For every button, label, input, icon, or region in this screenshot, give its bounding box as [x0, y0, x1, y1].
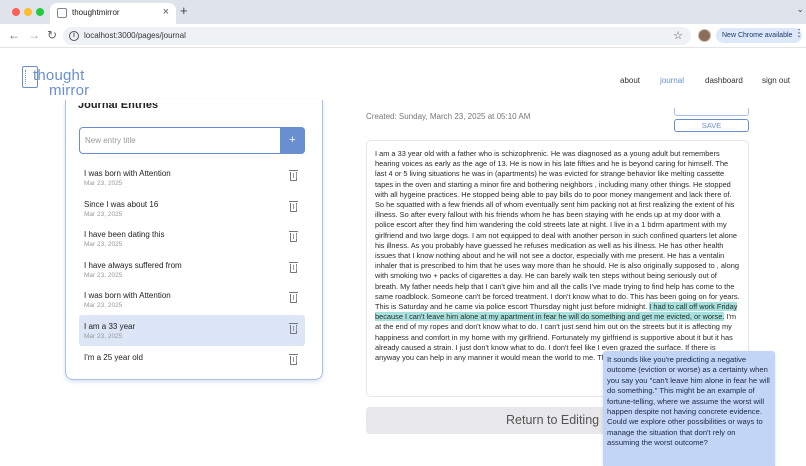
browser-toolbar: ← → ↻ i localhost:3000/pages/journal ☆: [0, 24, 806, 48]
entry-list: I was born with Attention Mar 23, 2025 S…: [79, 162, 305, 376]
list-item[interactable]: I'm a 25 year old: [79, 346, 305, 377]
scrolled-button-edge: [674, 108, 749, 116]
update-chrome-chip[interactable]: New Chrome available: [716, 28, 802, 43]
browser-tab[interactable]: thoughtmirror ×: [50, 3, 176, 24]
entry-date: Mar 23, 2025: [84, 271, 123, 279]
entry-title: I was born with Attention: [84, 169, 171, 178]
url-text[interactable]: localhost:3000/pages/journal: [84, 31, 186, 40]
trash-icon[interactable]: [289, 261, 298, 273]
tab-title: thoughtmirror: [72, 8, 120, 17]
trash-icon[interactable]: [289, 353, 298, 365]
list-item[interactable]: Since I was about 16 Mar 23, 2025: [79, 193, 305, 224]
entry-title: I have been dating this: [84, 230, 165, 240]
list-item-selected[interactable]: I am a 33 year Mar 23, 2025: [79, 314, 305, 346]
reload-button[interactable]: ↻: [47, 28, 57, 42]
profile-avatar[interactable]: [698, 29, 711, 42]
forward-button[interactable]: →: [28, 28, 40, 42]
feedback-tooltip: It sounds like you're predicting a negat…: [603, 351, 775, 466]
app-logo[interactable]: thought mirror: [22, 66, 94, 99]
nav-link-journal[interactable]: journal: [660, 76, 684, 85]
return-to-editing-button[interactable]: Return to Editing: [366, 407, 616, 434]
journal-entries-panel: Journal Entries + I was born with Attent…: [65, 100, 323, 380]
bookmark-star-icon[interactable]: ☆: [673, 29, 683, 42]
panel-heading: Journal Entries: [78, 103, 159, 111]
save-button[interactable]: SAVE: [674, 119, 749, 132]
list-item[interactable]: I have always suffered from Mar 23, 2025: [79, 254, 305, 285]
created-timestamp: Created: Sunday, March 23, 2025 at 05:10…: [366, 112, 531, 121]
trash-icon[interactable]: [289, 292, 298, 304]
favicon-icon: [57, 8, 67, 18]
maximize-window-button[interactable]: [36, 8, 44, 16]
entry-date: Mar 23, 2025: [84, 302, 123, 310]
entry-text-before: I am a 33 year old with a father who is …: [375, 149, 740, 312]
minimize-window-button[interactable]: [24, 8, 32, 16]
new-entry-form: +: [79, 126, 305, 154]
close-window-button[interactable]: [12, 8, 20, 16]
nav-link-about[interactable]: about: [620, 76, 640, 85]
tab-close-icon[interactable]: ×: [163, 6, 169, 18]
trash-icon[interactable]: [289, 170, 298, 181]
logo-text-mirror: mirror: [49, 82, 90, 99]
list-item[interactable]: I was born with Attention Mar 23, 2025: [79, 162, 305, 193]
entry-title: I have always suffered from: [84, 260, 182, 270]
trash-icon[interactable]: [289, 231, 298, 243]
entry-title: I'm a 25 year old: [84, 352, 143, 362]
nav-link-sign-out[interactable]: sign out: [762, 76, 790, 85]
entry-date: Mar 23, 2025: [84, 241, 123, 249]
list-item[interactable]: I was born with Attention Mar 23, 2025: [79, 284, 305, 315]
new-tab-button[interactable]: +: [180, 3, 188, 18]
entry-date: Mar 23, 2025: [84, 332, 123, 340]
entry-date: Mar 23, 2025: [84, 180, 123, 187]
browser-menu-icon[interactable]: ⋮: [794, 28, 804, 39]
return-to-editing-label: Return to Editing: [506, 413, 600, 427]
site-info-icon[interactable]: i: [69, 31, 79, 41]
tab-search-icon[interactable]: ⌄: [796, 4, 804, 15]
entry-title: I am a 33 year: [84, 321, 136, 331]
entry-title: I was born with Attention: [84, 291, 171, 301]
trash-icon[interactable]: [289, 200, 298, 212]
list-item[interactable]: I have been dating this Mar 23, 2025: [79, 223, 305, 254]
trash-icon[interactable]: [289, 322, 298, 334]
journal-entry-text[interactable]: I am a 33 year old with a father who is …: [375, 149, 741, 363]
entry-date: Mar 23, 2025: [84, 210, 123, 218]
add-entry-button[interactable]: +: [280, 126, 305, 154]
back-button[interactable]: ←: [8, 28, 20, 42]
address-bar[interactable]: i localhost:3000/pages/journal ☆: [63, 27, 691, 45]
entry-title: Since I was about 16: [84, 199, 159, 209]
new-entry-title-input[interactable]: [80, 128, 280, 152]
browser-tab-bar: thoughtmirror × + ⌄: [0, 0, 806, 24]
nav-link-dashboard[interactable]: dashboard: [705, 76, 743, 85]
